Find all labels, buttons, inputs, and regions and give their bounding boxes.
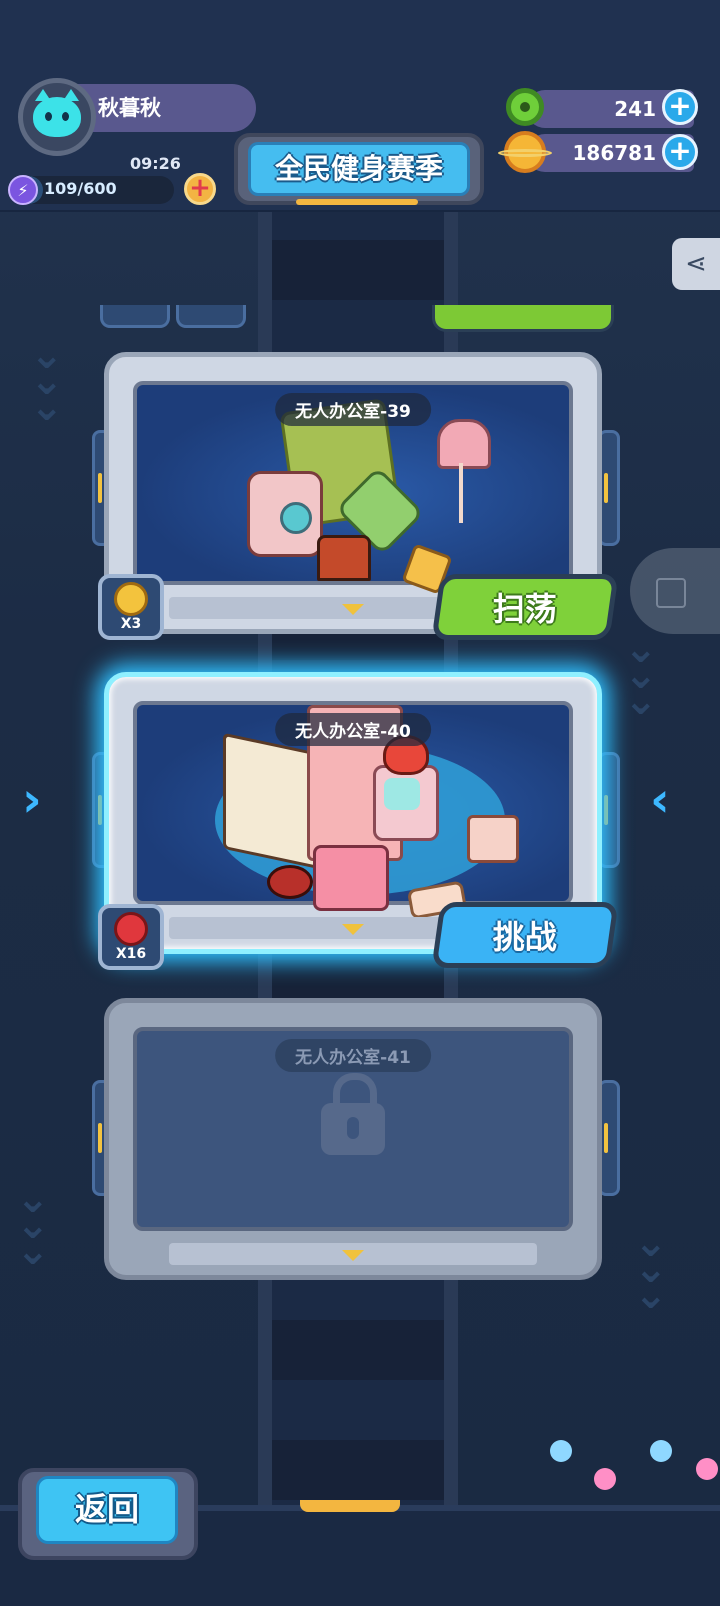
card-footer-marker	[342, 1250, 364, 1261]
energy-value: 109/600	[44, 179, 117, 198]
pink-oven-icon	[467, 815, 519, 863]
level-name-label: 无人办公室-40	[275, 713, 431, 746]
player-avatar[interactable]	[18, 78, 96, 156]
red-fox-icon	[267, 865, 313, 899]
reward-badge-40: X16	[98, 904, 164, 970]
add-donut-button[interactable]: +	[662, 89, 698, 125]
down-chevrons-icon: ⌄ ⌄ ⌄	[624, 626, 658, 724]
chevron-left-icon: ‹	[650, 772, 670, 828]
card-footer-marker	[342, 604, 364, 615]
reward-count: X3	[120, 616, 142, 632]
lightning-icon: ⚡	[8, 175, 38, 205]
energy-timer: 09:26	[130, 154, 181, 173]
string-light	[650, 1440, 672, 1462]
sweep-button[interactable]: 扫荡	[431, 574, 619, 640]
card-footer-marker	[342, 924, 364, 935]
level-name-label: 无人办公室-41	[275, 1039, 431, 1072]
avatar-eye	[45, 112, 52, 121]
previous-level-tab	[176, 305, 246, 328]
pink-tv-icon	[373, 765, 439, 841]
robot-machine-icon	[247, 471, 323, 557]
pink-microwave-icon	[313, 845, 389, 911]
planet-count: 186781	[572, 141, 657, 165]
previous-level-button[interactable]	[432, 305, 614, 332]
avatar-eye	[62, 112, 69, 121]
down-chevrons-icon: ⌄ ⌄ ⌄	[30, 332, 64, 430]
gold-star-badge-icon	[114, 582, 148, 616]
string-light	[594, 1468, 616, 1490]
down-chevrons-icon: ⌄ ⌄ ⌄	[16, 1176, 50, 1274]
lock-icon	[321, 1073, 385, 1155]
cat-avatar-icon	[33, 89, 81, 137]
challenge-button-label: 挑战	[492, 918, 557, 956]
reward-badge-39: X3	[98, 574, 164, 640]
down-chevrons-icon: ⌄ ⌄ ⌄	[634, 1220, 668, 1318]
add-energy-button[interactable]: +	[184, 173, 216, 205]
season-underline	[296, 199, 418, 205]
sweep-button-label: 扫荡	[492, 590, 557, 628]
red-flame-badge-icon	[114, 912, 148, 946]
level-card-41: 无人办公室-41	[104, 998, 602, 1280]
floor-marker	[300, 1500, 400, 1512]
share-icon[interactable]: ⋖	[672, 238, 720, 290]
donut-count: 241	[614, 97, 656, 121]
string-light	[550, 1440, 572, 1462]
reward-count: X16	[115, 946, 147, 962]
lamp-stand	[459, 463, 463, 523]
pink-lamp-icon	[437, 419, 491, 469]
lava-volcano-icon	[317, 535, 371, 581]
back-button[interactable]: 返回	[36, 1476, 178, 1544]
chevron-right-icon: ›	[22, 772, 42, 828]
add-planet-button[interactable]: +	[662, 134, 698, 170]
level-name-label: 无人办公室-39	[275, 393, 431, 426]
golden-planet-icon	[498, 131, 552, 173]
player-name: 秋暮秋	[98, 96, 161, 120]
floating-assistive-button[interactable]	[630, 548, 720, 634]
green-donut-icon	[506, 88, 544, 126]
challenge-button[interactable]: 挑战	[431, 902, 619, 968]
previous-level-tab	[100, 305, 170, 328]
string-light	[696, 1458, 718, 1480]
season-title[interactable]: 全民健身赛季	[248, 142, 470, 196]
